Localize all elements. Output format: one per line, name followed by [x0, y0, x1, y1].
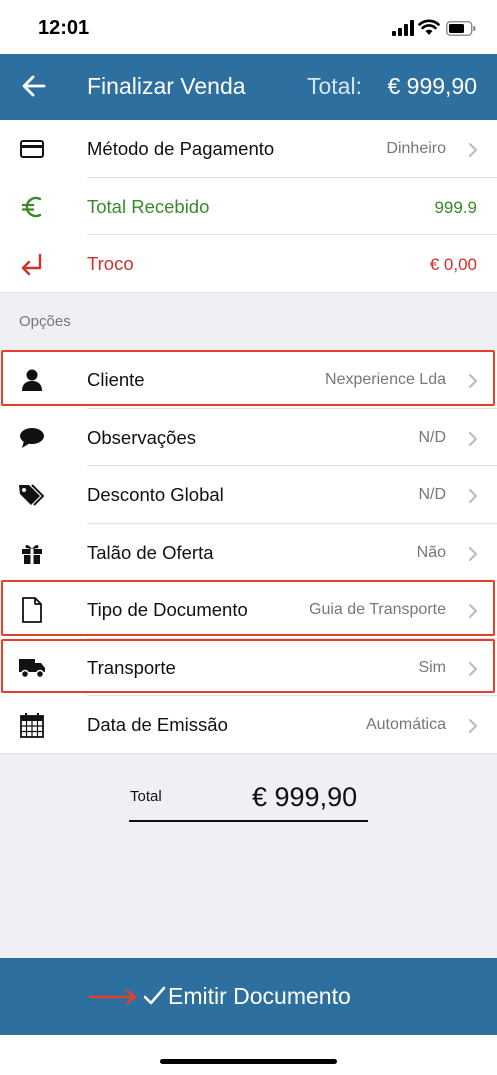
- euro-icon: [18, 194, 46, 220]
- battery-icon: [446, 21, 476, 36]
- status-bar: 12:01: [0, 0, 497, 54]
- payment-method-row[interactable]: Método de Pagamento Dinheiro: [0, 120, 497, 178]
- issue-date-label: Data de Emissão: [87, 714, 228, 735]
- options-section-title: Opções: [19, 313, 71, 330]
- observations-label: Observações: [87, 426, 196, 448]
- chevron-right-icon: [469, 374, 477, 388]
- chevron-right-icon: [469, 604, 477, 618]
- emit-document-button[interactable]: Emitir Documento: [0, 958, 497, 1035]
- chevron-right-icon: [469, 431, 477, 446]
- back-arrow-icon[interactable]: [20, 72, 48, 100]
- issue-date-row[interactable]: Data de Emissão Automática: [0, 696, 497, 754]
- total-received-value[interactable]: 999.9: [434, 198, 477, 218]
- gift-receipt-value: Não: [416, 543, 446, 561]
- chevron-right-icon: [469, 661, 477, 676]
- document-icon: [18, 597, 46, 623]
- tags-icon: [18, 482, 46, 508]
- chevron-right-icon: [469, 489, 477, 503]
- gift-receipt-row[interactable]: Talão de Oferta Não: [0, 524, 497, 581]
- global-discount-row[interactable]: Desconto Global N/D: [0, 466, 497, 524]
- header-total-value: € 999,90: [387, 73, 477, 99]
- status-time: 12:01: [38, 17, 90, 39]
- options-group: Cliente Nexperience Lda Observações N/D …: [0, 351, 497, 754]
- arrow-right-icon: [88, 989, 137, 1005]
- transport-label: Transporte: [87, 656, 176, 678]
- change-label: Troco: [87, 253, 134, 274]
- transport-row[interactable]: Transporte Sim: [0, 639, 497, 696]
- document-type-row[interactable]: Tipo de Documento Guia de Transporte: [0, 581, 497, 639]
- global-discount-label: Desconto Global: [87, 484, 224, 505]
- truck-icon: [18, 655, 46, 681]
- divider: [0, 291, 497, 293]
- summary-total-value: € 999,90: [252, 782, 358, 812]
- app-header: Finalizar Venda Total: € 999,90: [0, 54, 497, 120]
- home-indicator[interactable]: [160, 1059, 337, 1064]
- header-total-label: Total:: [307, 73, 362, 99]
- wifi-icon: [418, 19, 440, 35]
- client-row[interactable]: Cliente Nexperience Lda: [0, 351, 497, 409]
- chevron-right-icon: [469, 546, 477, 561]
- change-value: € 0,00: [429, 255, 477, 274]
- credit-card-icon: [18, 136, 46, 162]
- payment-group: Método de Pagamento Dinheiro Total Receb…: [0, 120, 497, 293]
- change-row: Troco € 0,00: [0, 235, 497, 293]
- payment-method-label: Método de Pagamento: [87, 138, 275, 159]
- global-discount-value: N/D: [418, 486, 446, 503]
- observations-row[interactable]: Observações N/D: [0, 409, 497, 466]
- issue-date-value: Automática: [365, 716, 446, 733]
- divider: [0, 752, 497, 754]
- transport-value: Sim: [418, 658, 446, 676]
- home-indicator-area: [0, 1035, 497, 1075]
- payment-method-value: Dinheiro: [386, 140, 446, 157]
- user-icon: [18, 367, 46, 393]
- observations-value: N/D: [418, 428, 446, 446]
- speech-bubble-icon: [18, 425, 46, 451]
- summary-underline: [129, 820, 368, 822]
- document-type-value: Guia de Transporte: [309, 601, 446, 618]
- page-title: Finalizar Venda: [87, 73, 246, 99]
- summary-total-label: Total: [130, 788, 162, 805]
- chevron-right-icon: [469, 143, 477, 157]
- calendar-icon: [18, 712, 46, 738]
- checkmark-icon: [143, 986, 166, 1005]
- client-label: Cliente: [87, 369, 145, 390]
- emit-document-label: Emitir Documento: [168, 983, 351, 1009]
- document-type-label: Tipo de Documento: [87, 599, 248, 620]
- chevron-right-icon: [469, 719, 477, 733]
- cellular-signal-icon: [392, 20, 414, 36]
- gift-icon: [18, 540, 46, 566]
- total-received-label: Total Recebido: [87, 195, 210, 217]
- return-arrow-icon: [18, 251, 46, 277]
- total-received-row[interactable]: Total Recebido 999.9: [0, 178, 497, 235]
- gift-receipt-label: Talão de Oferta: [87, 541, 214, 563]
- client-value: Nexperience Lda: [325, 371, 446, 388]
